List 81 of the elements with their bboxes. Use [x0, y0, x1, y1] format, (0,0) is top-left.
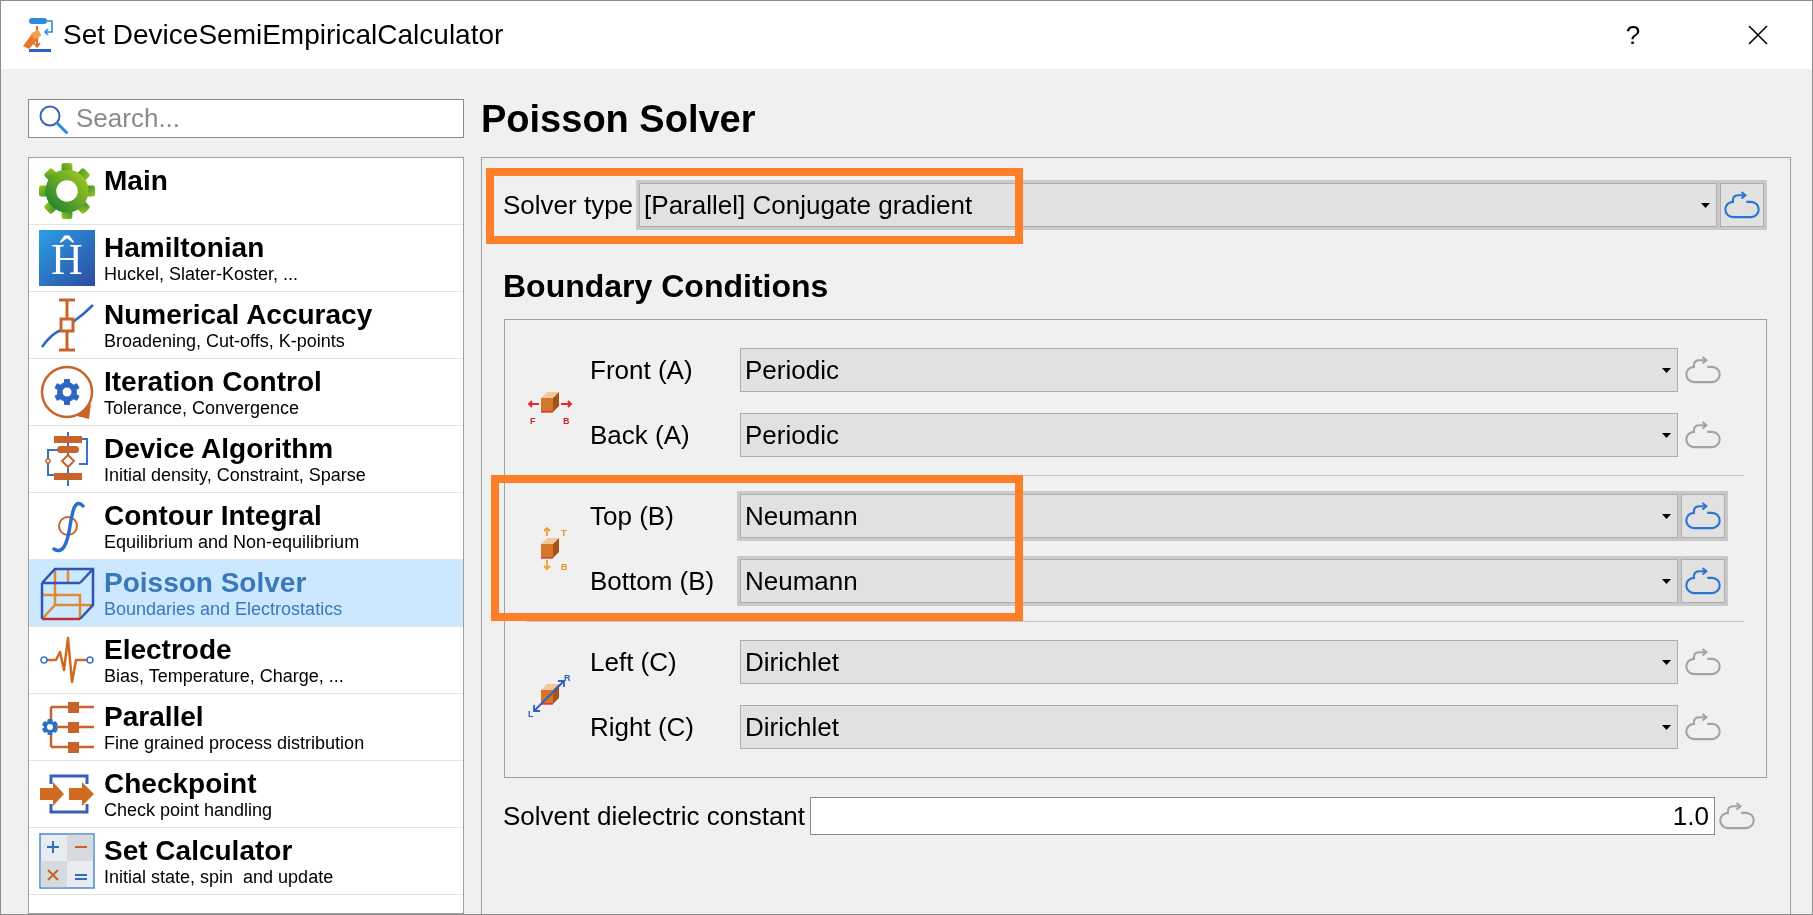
cube-icon [39, 565, 95, 621]
field-label: Back (A) [590, 419, 691, 451]
page-heading: Poisson Solver [481, 99, 756, 139]
close-button[interactable] [1748, 25, 1768, 45]
app-icon [20, 17, 54, 53]
reset-button[interactable] [1681, 494, 1725, 538]
item-subtitle: Tolerance, Convergence [104, 397, 301, 419]
item-title: Hamiltonian [104, 232, 266, 263]
item-title: Numerical Accuracy [104, 299, 373, 330]
section-heading: Boundary Conditions [503, 267, 830, 305]
caret-icon [1701, 202, 1710, 208]
loop-arrow-icon [1685, 713, 1721, 741]
item-subtitle: Huckel, Slater-Koster, ... [104, 263, 299, 285]
error-bar-icon [39, 297, 95, 353]
sidebar-item[interactable]: Main [29, 158, 463, 225]
item-title: Electrode [104, 634, 233, 665]
field-label: Solver type [503, 189, 634, 221]
sidebar-item[interactable]: Set Calculator Initial state, spin and update [29, 828, 463, 895]
caret-icon [1662, 659, 1671, 665]
caret-icon [1662, 724, 1671, 730]
item-subtitle: Bias, Temperature, Charge, ... [104, 665, 344, 687]
gear-icon [39, 163, 95, 219]
field-label: Right (C) [590, 711, 695, 743]
sidebar-item[interactable]: Ĥ Hamiltonian Huckel, Slater-Koster, ... [29, 225, 463, 292]
loop-arrow-icon [1685, 421, 1721, 449]
item-subtitle: Fine grained process distribution [104, 732, 365, 754]
item-title: Checkpoint [104, 768, 258, 799]
item-title: Device Algorithm [104, 433, 335, 464]
caret-icon [1662, 578, 1671, 584]
caret-icon [1662, 513, 1671, 519]
loop-arrow-icon [1685, 356, 1721, 384]
dropdown[interactable]: Periodic [740, 348, 1678, 392]
search-field[interactable]: Search... [28, 99, 464, 138]
loop-arrow-icon [1685, 567, 1721, 595]
search-icon [38, 104, 68, 134]
cycle-gear-icon [39, 364, 95, 420]
field-label: Front (A) [590, 354, 694, 386]
field-label: Left (C) [590, 646, 678, 678]
loop-arrow-icon [1685, 648, 1721, 676]
loop-arrow-icon [1685, 502, 1721, 530]
dropdown[interactable]: Neumann [740, 559, 1678, 603]
reset-button[interactable] [1681, 559, 1725, 603]
field-label: Bottom (B) [590, 565, 716, 597]
branch-icon [39, 699, 95, 755]
dropdown[interactable]: Dirichlet [740, 640, 1678, 684]
dropdown[interactable]: Periodic [740, 413, 1678, 457]
close-icon [1748, 25, 1768, 45]
reset-button[interactable] [1720, 183, 1764, 227]
loop-arrow-icon [1719, 802, 1755, 830]
loop-arrow-icon [1724, 191, 1760, 219]
number-field[interactable]: 1.0 [810, 797, 1715, 835]
caret-icon [1662, 367, 1671, 373]
item-title: Iteration Control [104, 366, 322, 397]
sidebar-item[interactable]: Numerical Accuracy Broadening, Cut-offs, K-points [29, 292, 463, 359]
dropdown[interactable]: Dirichlet [740, 705, 1678, 749]
sidebar-item[interactable]: Poisson Solver Boundaries and Electrostatics [29, 560, 463, 627]
field-label: Solvent dielectric constant [503, 800, 806, 832]
help-button[interactable]: ? [1623, 20, 1643, 50]
item-title: Contour Integral [104, 500, 323, 531]
sidebar-item[interactable]: Iteration Control Tolerance, Convergence [29, 359, 463, 426]
item-title: Parallel [104, 701, 205, 732]
caret-icon [1662, 432, 1671, 438]
sidebar-item[interactable]: Checkpoint Check point handling [29, 761, 463, 828]
item-title: Set Calculator [104, 835, 294, 866]
sidebar-item[interactable]: Electrode Bias, Temperature, Charge, ... [29, 627, 463, 694]
field-label: Top (B) [590, 500, 675, 532]
item-title: Poisson Solver [104, 567, 308, 598]
item-title: Main [104, 165, 168, 196]
item-subtitle: Initial density, Constraint, Sparse [104, 464, 366, 486]
sidebar-item[interactable]: Parallel Fine grained process distribution [29, 694, 463, 761]
item-subtitle: Boundaries and Electrostatics [104, 598, 343, 620]
item-subtitle: Check point handling [104, 799, 273, 821]
calculator-icon [39, 833, 95, 889]
item-subtitle: Initial state, spin and update [104, 866, 334, 888]
dropdown[interactable]: [Parallel] Conjugate gradient [639, 183, 1717, 227]
letter-tile: Ĥ [39, 230, 95, 286]
window-title: Set DeviceSemiEmpiricalCalculator [63, 19, 505, 51]
item-subtitle: Broadening, Cut-offs, K-points [104, 330, 346, 352]
dropdown[interactable]: Neumann [740, 494, 1678, 538]
item-subtitle: Equilibrium and Non-equilibrium [104, 531, 360, 553]
sidebar-item[interactable]: Device Algorithm Initial density, Constraint, Sparse [29, 426, 463, 493]
